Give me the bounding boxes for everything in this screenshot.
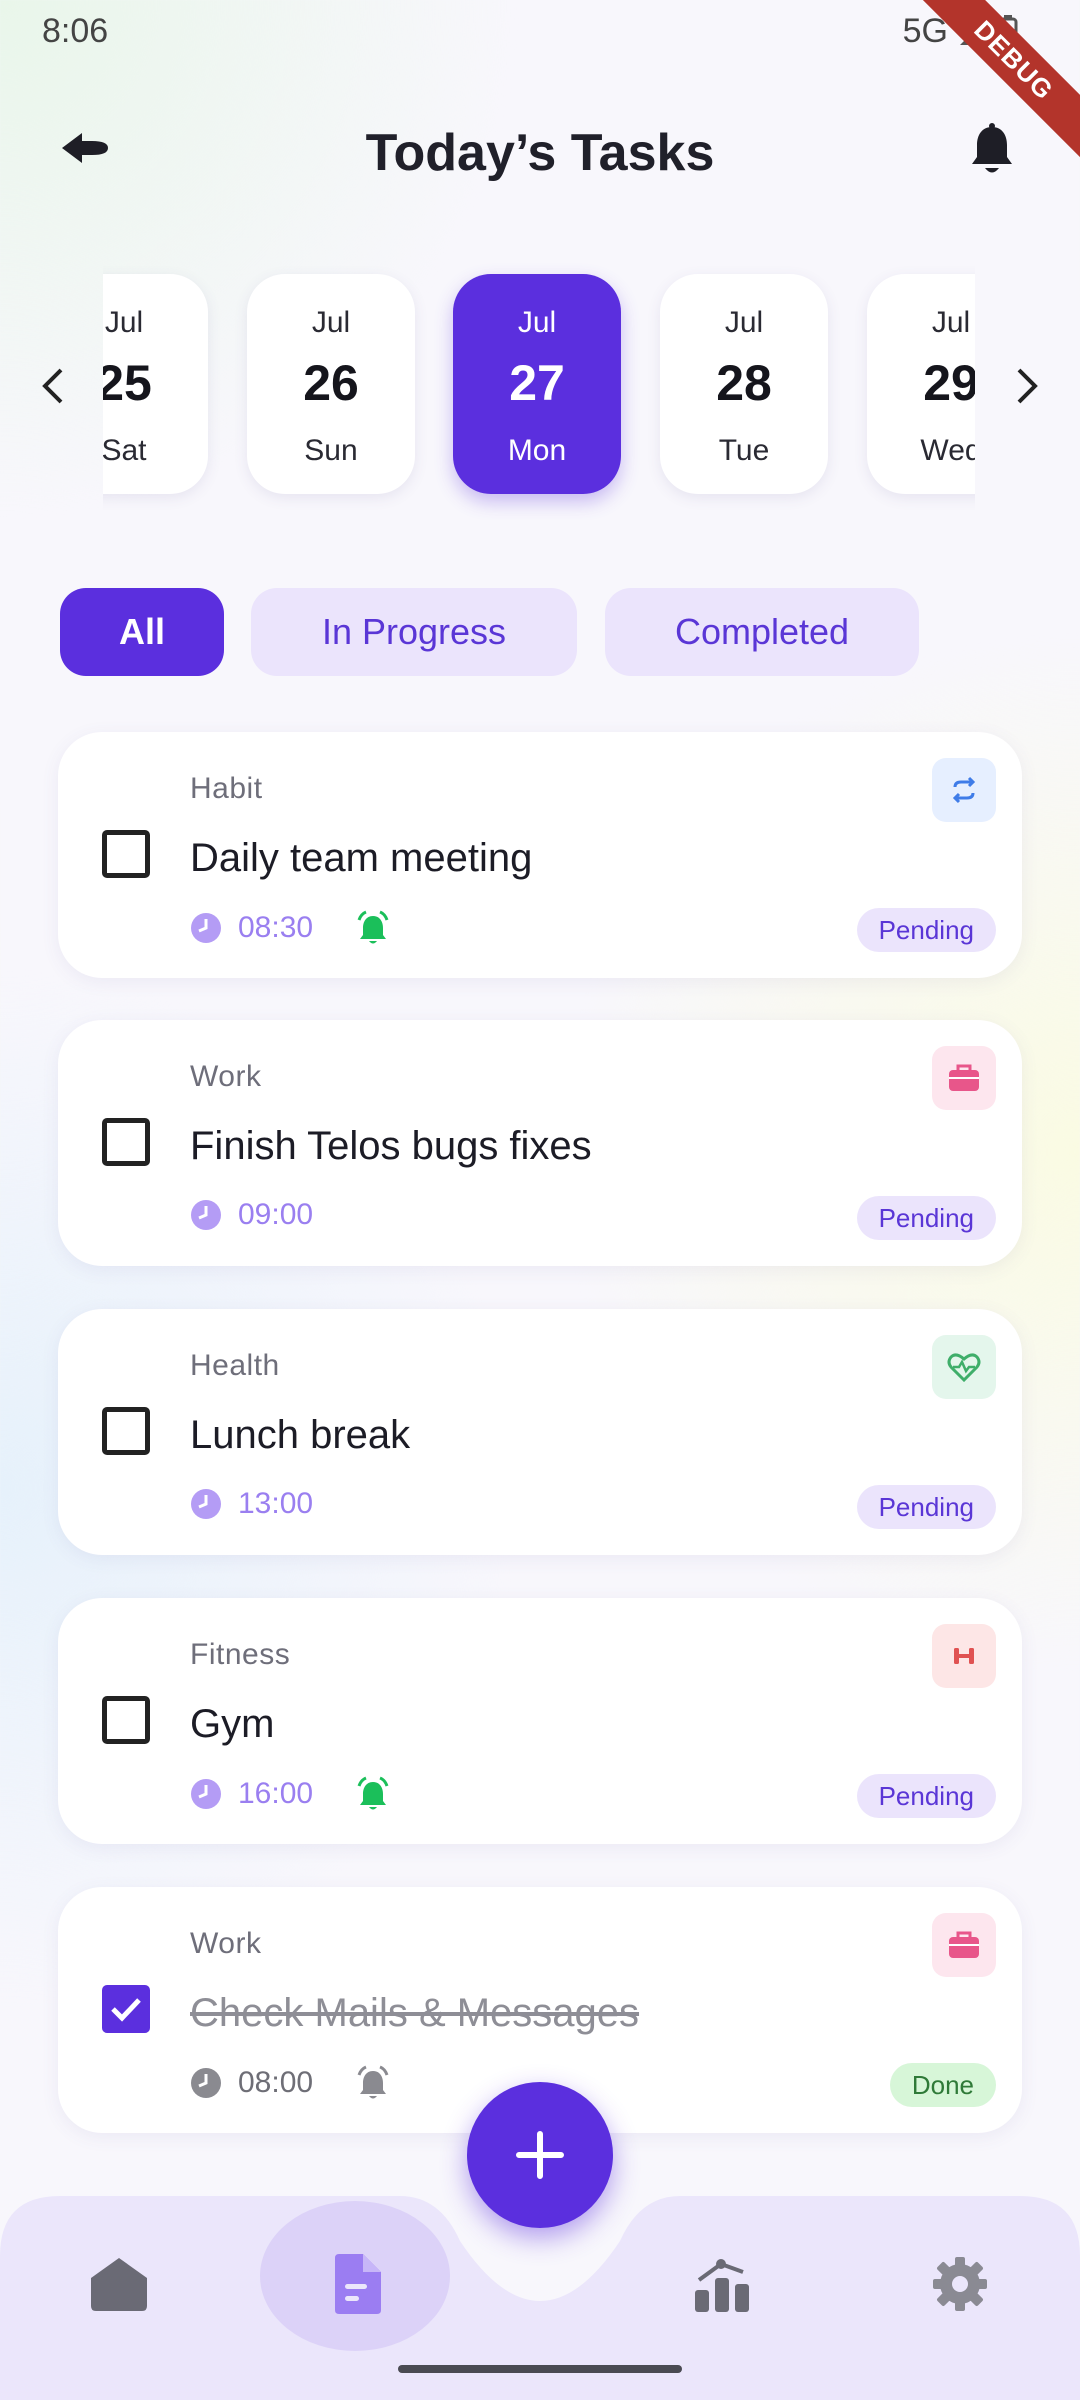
filter-chip-completed[interactable]: Completed (605, 588, 919, 676)
dumbbell-icon (932, 1624, 996, 1688)
task-time: 16:00 (238, 1777, 314, 1810)
date-month: Jul (724, 306, 764, 339)
task-card-gym[interactable]: Fitness Gym 16:00 Pending (58, 1598, 1022, 1844)
date-month: Jul (311, 306, 351, 339)
alarm-icon (355, 910, 391, 946)
task-time-row: 16:00 (190, 1776, 391, 1812)
date-month: Jul (931, 306, 971, 339)
filter-chip-all[interactable]: All (60, 588, 224, 676)
task-time-row: 13:00 (190, 1487, 313, 1521)
date-strip: Jul 25 Sat Jul 26 Sun Jul 27 Mon Jul 28 … (103, 260, 975, 520)
task-title: Daily team meeting (190, 836, 533, 880)
date-weekday: Wed (920, 434, 975, 467)
tasks-icon (335, 2254, 381, 2314)
task-card-finish-telos-bugs-fixes[interactable]: Work Finish Telos bugs fixes 09:00 Pendi… (58, 1020, 1022, 1266)
date-day: 25 (103, 355, 152, 411)
chevron-left-icon (42, 368, 63, 404)
clock-icon (191, 1489, 221, 1519)
alarm-icon (355, 1776, 391, 1812)
task-category: Habit (190, 772, 263, 805)
task-category: Fitness (190, 1638, 291, 1671)
status-badge: Pending (856, 1774, 996, 1818)
bell-icon (972, 123, 1012, 173)
home-icon (91, 2258, 147, 2311)
task-time: 09:00 (238, 1198, 314, 1231)
date-card-27-selected[interactable]: Jul 27 Mon (453, 274, 621, 494)
date-card-26[interactable]: Jul 26 Sun (247, 274, 415, 494)
date-card-25[interactable]: Jul 25 Sat (103, 274, 208, 494)
nav-stats[interactable] (674, 2236, 770, 2332)
task-time: 13:00 (238, 1487, 314, 1520)
chevron-right-icon (1017, 368, 1038, 404)
date-month: Jul (104, 306, 144, 339)
clock-icon (191, 1779, 221, 1809)
task-checkbox[interactable] (102, 1118, 150, 1166)
prev-date-button[interactable] (28, 356, 78, 416)
briefcase-icon (932, 1046, 996, 1110)
clock-icon (191, 1200, 221, 1230)
task-category: Health (190, 1349, 280, 1382)
task-time-row: 08:30 (190, 910, 391, 946)
date-weekday: Sun (304, 434, 358, 467)
task-category: Work (190, 1927, 262, 1960)
date-card-28[interactable]: Jul 28 Tue (660, 274, 828, 494)
date-weekday: Mon (507, 434, 567, 467)
status-badge: Pending (856, 908, 996, 952)
task-time-row: 09:00 (190, 1198, 313, 1232)
clock-icon (191, 2068, 221, 2098)
nav-tasks-selected[interactable] (309, 2236, 405, 2332)
date-weekday: Sat (103, 434, 147, 467)
alarm-icon (355, 2065, 391, 2101)
task-title: Finish Telos bugs fixes (190, 1124, 592, 1168)
status-badge: Done (889, 2063, 996, 2107)
task-time: 08:00 (238, 2066, 314, 2099)
briefcase-icon (932, 1913, 996, 1977)
task-title: Lunch break (190, 1413, 411, 1457)
date-day: 29 (923, 355, 975, 411)
next-date-button[interactable] (1002, 356, 1052, 416)
check-icon (111, 1998, 141, 2022)
status-badge: Pending (856, 1196, 996, 1240)
notifications-button[interactable] (960, 118, 1024, 182)
status-badge: Pending (856, 1485, 996, 1529)
date-weekday: Tue (718, 434, 770, 467)
date-month: Jul (517, 306, 557, 339)
add-task-button[interactable] (467, 2082, 613, 2228)
nav-home[interactable] (71, 2236, 167, 2332)
repeat-icon (932, 758, 996, 822)
home-indicator (398, 2365, 682, 2373)
task-checkbox[interactable] (102, 1696, 150, 1744)
nav-settings[interactable] (912, 2236, 1008, 2332)
task-card-daily-team-meeting[interactable]: Habit Daily team meeting 08:30 Pending (58, 732, 1022, 978)
task-time: 08:30 (238, 911, 314, 944)
heart-pulse-icon (932, 1335, 996, 1399)
stats-icon (695, 2259, 749, 2312)
task-title: Gym (190, 1702, 275, 1746)
date-day: 26 (303, 355, 359, 411)
settings-icon (933, 2257, 987, 2311)
plus-icon (516, 2131, 564, 2179)
filter-chip-in-progress[interactable]: In Progress (251, 588, 577, 676)
task-title: Check Mails & Messages (190, 1991, 640, 2035)
date-day: 28 (716, 355, 772, 411)
date-card-29[interactable]: Jul 29 Wed (867, 274, 975, 494)
task-checkbox[interactable] (102, 830, 150, 878)
task-category: Work (190, 1060, 262, 1093)
date-day: 27 (509, 355, 565, 411)
task-card-lunch-break[interactable]: Health Lunch break 13:00 Pending (58, 1309, 1022, 1555)
task-time-row: 08:00 (190, 2065, 391, 2101)
task-checkbox-checked[interactable] (102, 1985, 150, 2033)
status-time: 8:06 (42, 12, 109, 50)
clock-icon (191, 913, 221, 943)
task-checkbox[interactable] (102, 1407, 150, 1455)
page-title: Today’s Tasks (365, 124, 715, 182)
